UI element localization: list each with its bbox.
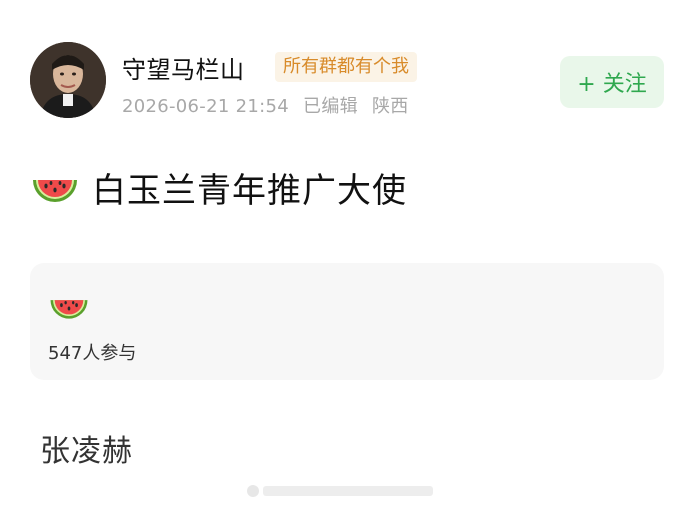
poll-card[interactable]: 547人参与 bbox=[30, 263, 664, 380]
comment-text: 张凌赫 bbox=[40, 434, 133, 469]
participant-count: 547人参与 bbox=[48, 343, 137, 364]
post-timestamp: 2026-06-21 21:54 bbox=[122, 96, 290, 117]
post-location: 陕西 bbox=[371, 96, 409, 117]
group-badge[interactable]: 所有群都有个我 bbox=[275, 52, 417, 82]
follow-button[interactable]: + 关注 bbox=[560, 56, 664, 108]
watermelon-icon bbox=[50, 300, 88, 319]
post-title: 白玉兰青年推广大使 bbox=[92, 170, 407, 211]
author-avatar[interactable] bbox=[30, 42, 106, 118]
post-meta: 2026-06-21 21:54 已编辑 陕西 bbox=[122, 92, 417, 118]
edited-label: 已编辑 bbox=[303, 96, 358, 117]
avatar-image bbox=[30, 42, 106, 118]
watermark-logo bbox=[247, 485, 433, 497]
author-name[interactable]: 守望马栏山 bbox=[122, 50, 245, 85]
post-title-row: 白玉兰青年推广大使 bbox=[30, 162, 407, 212]
watermelon-icon bbox=[33, 180, 77, 202]
